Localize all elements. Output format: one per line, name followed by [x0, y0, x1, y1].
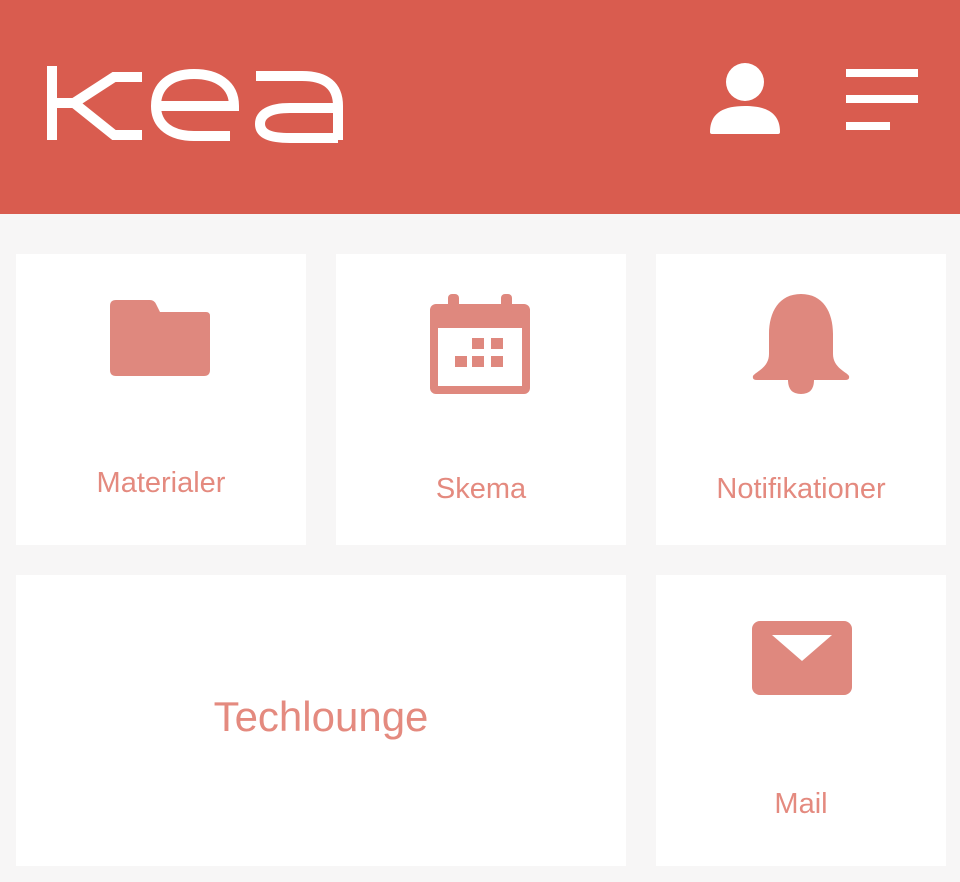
- user-icon[interactable]: [706, 62, 784, 138]
- kea-logo[interactable]: [44, 62, 346, 144]
- tile-mail[interactable]: Mail: [656, 575, 946, 866]
- tile-materialer[interactable]: Materialer: [16, 254, 306, 545]
- tile-label-skema: Skema: [435, 473, 527, 505]
- tile-techlounge[interactable]: Techlounge: [16, 575, 626, 866]
- app-header: [0, 0, 960, 214]
- tile-label-materialer: Materialer: [96, 467, 226, 499]
- hamburger-menu-icon[interactable]: [842, 66, 922, 134]
- tile-label-mail: Mail: [774, 788, 828, 820]
- bell-icon: [752, 294, 850, 394]
- tile-label-techlounge: Techlounge: [213, 693, 429, 740]
- mail-icon: [752, 621, 852, 695]
- tile-skema[interactable]: Skema: [336, 254, 626, 545]
- tile-label-notifikationer: Notifikationer: [716, 473, 886, 505]
- calendar-icon: [430, 294, 530, 394]
- tile-notifikationer[interactable]: Notifikationer: [656, 254, 946, 545]
- folder-icon: [110, 300, 210, 376]
